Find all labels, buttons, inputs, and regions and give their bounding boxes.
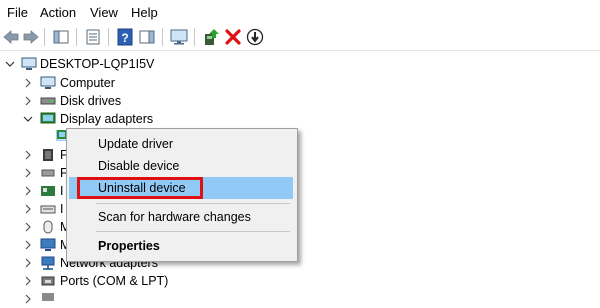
chevron-right-icon[interactable] bbox=[23, 186, 33, 196]
tree-item-label: I bbox=[60, 202, 64, 216]
svg-text:?: ? bbox=[121, 31, 128, 45]
action-pane-icon[interactable] bbox=[138, 28, 156, 46]
chevron-right-icon[interactable] bbox=[23, 258, 33, 268]
forward-icon[interactable] bbox=[22, 28, 40, 46]
tree-item-label: I bbox=[60, 184, 64, 198]
uninstall-icon[interactable] bbox=[224, 28, 242, 46]
tree-item-computer[interactable]: Computer bbox=[0, 74, 600, 92]
menu-scan-hardware[interactable]: Scan for hardware changes bbox=[69, 206, 293, 228]
disk-drive-icon bbox=[40, 97, 56, 105]
computer-icon bbox=[21, 57, 37, 70]
chevron-right-icon[interactable] bbox=[23, 276, 33, 286]
menu-properties[interactable]: Properties bbox=[69, 235, 293, 257]
firmware-icon bbox=[43, 149, 53, 161]
tree-item-disk-drives[interactable]: Disk drives bbox=[0, 92, 600, 110]
menu-bar: File Action View Help bbox=[0, 0, 600, 24]
properties-icon[interactable] bbox=[84, 28, 102, 46]
toolbar-separator bbox=[194, 28, 195, 46]
tree-item-label: Ports (COM & LPT) bbox=[60, 274, 169, 288]
toolbar-separator bbox=[76, 28, 77, 46]
menu-view[interactable]: View bbox=[90, 5, 118, 20]
port-icon bbox=[41, 276, 55, 286]
print-queue-icon bbox=[42, 293, 54, 301]
chevron-right-icon[interactable] bbox=[23, 96, 33, 106]
keyboard-icon bbox=[40, 205, 56, 214]
menu-help[interactable]: Help bbox=[131, 5, 158, 20]
annotation-highlight-box bbox=[77, 177, 203, 199]
menu-separator bbox=[96, 203, 290, 204]
tree-item-display-adapters[interactable]: Display adapters bbox=[0, 110, 600, 128]
tree-item-label: Display adapters bbox=[60, 112, 154, 126]
tree-root[interactable]: DESKTOP-LQP1I5V bbox=[0, 55, 600, 73]
tree-item-label: Computer bbox=[60, 76, 115, 90]
context-menu: Update driver Disable device Uninstall d… bbox=[66, 128, 298, 262]
chevron-down-icon[interactable] bbox=[23, 114, 33, 124]
floppy-icon bbox=[41, 169, 55, 177]
ide-controller-icon bbox=[41, 186, 55, 196]
back-icon[interactable] bbox=[2, 28, 20, 46]
toolbar-separator bbox=[44, 28, 45, 46]
monitor-icon[interactable] bbox=[170, 28, 188, 46]
toolbar: ? bbox=[0, 24, 600, 51]
chevron-right-icon[interactable] bbox=[23, 204, 33, 214]
monitor-icon bbox=[40, 238, 56, 251]
tree-root-label: DESKTOP-LQP1I5V bbox=[40, 57, 155, 71]
chevron-right-icon[interactable] bbox=[23, 294, 33, 304]
tree-item-label: Disk drives bbox=[60, 94, 122, 108]
network-adapter-icon bbox=[41, 256, 55, 270]
chevron-right-icon[interactable] bbox=[23, 150, 33, 160]
menu-update-driver[interactable]: Update driver bbox=[69, 133, 293, 155]
chevron-right-icon[interactable] bbox=[23, 222, 33, 232]
chevron-down-icon[interactable] bbox=[5, 59, 15, 69]
help-icon[interactable]: ? bbox=[116, 28, 134, 46]
update-driver-icon[interactable] bbox=[202, 28, 220, 46]
menu-action[interactable]: Action bbox=[40, 5, 76, 20]
show-hide-console-tree-icon[interactable] bbox=[52, 28, 70, 46]
menu-file[interactable]: File bbox=[7, 5, 28, 20]
chevron-right-icon[interactable] bbox=[23, 240, 33, 250]
tree-item-ports[interactable]: Ports (COM & LPT) bbox=[0, 272, 600, 290]
menu-separator bbox=[96, 231, 290, 232]
mouse-icon bbox=[43, 220, 53, 234]
chevron-right-icon[interactable] bbox=[23, 168, 33, 178]
toolbar-separator bbox=[108, 28, 109, 46]
toolbar-separator bbox=[162, 28, 163, 46]
display-adapter-icon bbox=[40, 112, 56, 124]
enable-device-icon[interactable] bbox=[246, 28, 264, 46]
computer-icon bbox=[40, 76, 56, 89]
menu-disable-device[interactable]: Disable device bbox=[69, 155, 293, 177]
tree-item-partial[interactable] bbox=[0, 290, 600, 308]
chevron-right-icon[interactable] bbox=[23, 78, 33, 88]
